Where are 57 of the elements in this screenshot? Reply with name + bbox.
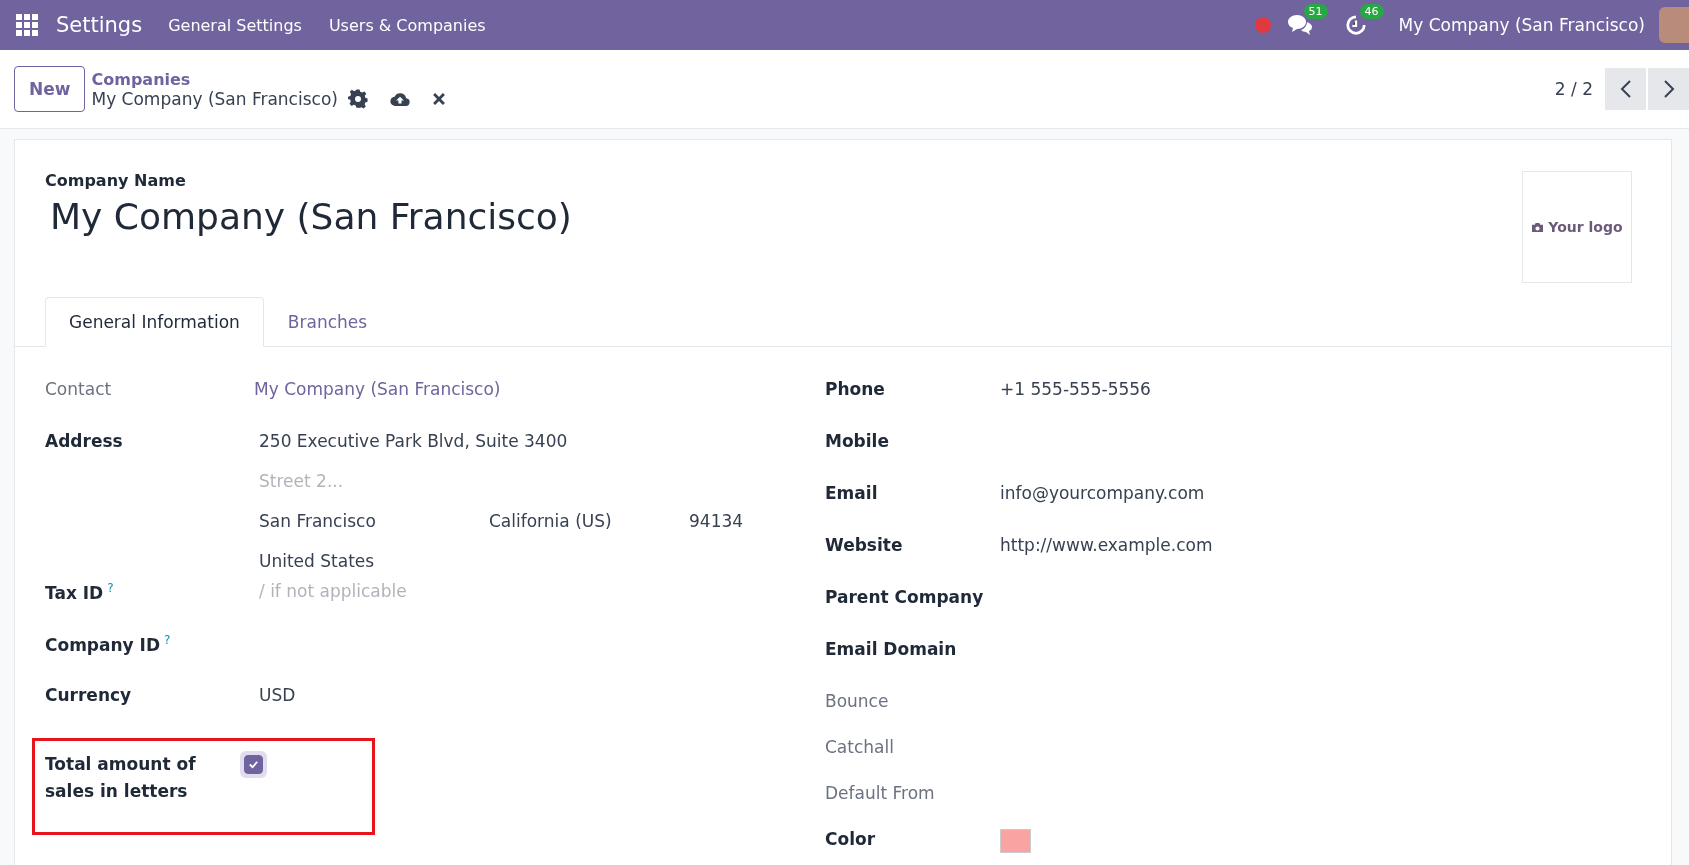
field-label: Mobile (825, 431, 889, 451)
field-label: Contact (45, 379, 112, 399)
field-label: Phone (825, 379, 885, 399)
field-label: Parent Company (825, 587, 984, 607)
chevron-right-icon (1662, 79, 1675, 99)
pager-value: 2 / 2 (1554, 79, 1593, 99)
color-swatch[interactable] (1000, 829, 1031, 853)
chevron-left-icon (1619, 79, 1632, 99)
street-field[interactable]: 250 Executive Park Blvd, Suite 3400 (259, 431, 819, 451)
record-title: My Company (San Francisco) (91, 88, 338, 109)
menu-item[interactable]: General Settings (168, 15, 302, 35)
discard-x-icon[interactable] (431, 91, 446, 106)
field-label: Company Name (45, 171, 187, 190)
state-field[interactable]: California (US) (489, 511, 689, 531)
zip-field[interactable]: 94134 (689, 511, 744, 531)
field-label: Address (45, 431, 123, 451)
logo-upload[interactable]: Your logo (1522, 171, 1632, 283)
help-tooltip-icon[interactable]: ? (107, 581, 114, 595)
activity-count-badge: 46 (1359, 4, 1384, 19)
settings-gear-icon[interactable] (347, 88, 368, 109)
field-label: Company ID (45, 634, 161, 655)
camera-icon (1531, 221, 1545, 233)
field-label: Email (825, 483, 878, 503)
field-label: Currency (45, 685, 132, 705)
checkmark-icon (248, 759, 259, 770)
previous-button[interactable] (1605, 68, 1646, 110)
recording-dot-icon[interactable] (1254, 17, 1271, 33)
message-count-badge: 51 (1303, 4, 1328, 19)
breadcrumb-link[interactable]: Companies (91, 69, 468, 89)
menu-item[interactable]: Users & Companies (328, 15, 486, 35)
field-label: Website (825, 535, 903, 555)
help-tooltip-icon[interactable]: ? (164, 633, 171, 647)
field-label: Catchall (825, 737, 894, 757)
company-name-field[interactable]: My Company (San Francisco) (50, 196, 572, 237)
contact-link[interactable]: My Company (San Francisco) (254, 379, 501, 399)
field-label: Bounce (825, 691, 889, 711)
field-label: Tax ID (45, 582, 104, 603)
field-value[interactable]: info@yourcompany.com (1000, 483, 1671, 503)
app-name[interactable]: Settings (56, 13, 143, 37)
tab[interactable]: Branches (263, 297, 392, 347)
field-value[interactable]: USD (254, 685, 819, 705)
field-value[interactable]: http://www.example.com (1000, 535, 1671, 555)
city-field[interactable]: San Francisco (259, 511, 489, 531)
chat-bubbles-icon[interactable] (1286, 14, 1313, 36)
tab[interactable]: General Information (45, 297, 264, 347)
field-label: Color (825, 829, 876, 849)
field-label: Total amount of sales in letters (45, 754, 196, 802)
checkbox[interactable] (244, 755, 263, 774)
next-button[interactable] (1648, 68, 1689, 110)
country-field[interactable]: United States (259, 551, 819, 571)
company-switcher[interactable]: My Company (San Francisco) (1398, 15, 1645, 35)
apps-grid-icon[interactable] (16, 14, 38, 36)
field-label: Default From (825, 783, 935, 803)
logo-placeholder-text: Your logo (1548, 219, 1623, 235)
field-label: Email Domain (825, 639, 957, 659)
new-button[interactable]: New (14, 66, 86, 112)
field-value[interactable]: +1 555-555-5556 (1000, 379, 1671, 399)
